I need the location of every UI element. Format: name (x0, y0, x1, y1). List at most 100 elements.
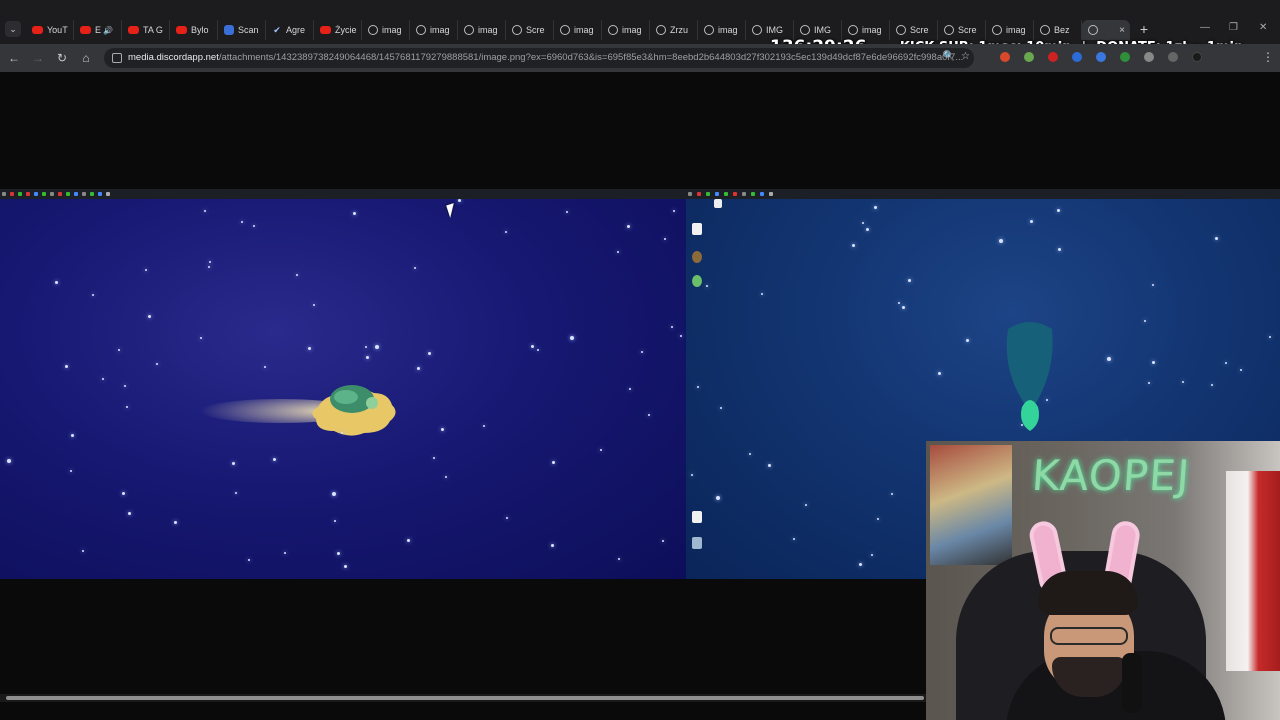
recycle-bin-icon[interactable] (692, 537, 702, 549)
account-icon[interactable] (1192, 52, 1202, 62)
extension-icon[interactable] (1000, 52, 1010, 62)
star (716, 496, 720, 500)
extension-icon[interactable] (1096, 52, 1106, 62)
glasses (1050, 627, 1128, 645)
star (1211, 384, 1213, 386)
star (365, 346, 367, 348)
star (617, 251, 619, 253)
tab-search-button[interactable]: ⌄ (5, 21, 21, 37)
star (248, 559, 250, 561)
flag (1226, 471, 1280, 671)
star (1269, 336, 1271, 338)
star (648, 414, 650, 416)
star (148, 315, 151, 318)
star (1144, 320, 1146, 322)
reload-icon[interactable]: ↻ (54, 50, 70, 66)
scrollbar-thumb[interactable] (6, 696, 924, 700)
steam-icon: ✔ (273, 24, 281, 35)
star (407, 539, 410, 542)
tab-0[interactable]: YouT (26, 20, 74, 40)
microphone (1122, 653, 1142, 713)
tab-title: imag (382, 25, 402, 35)
tab-1[interactable]: E 🔊 (74, 20, 122, 40)
tab-title: E (95, 25, 102, 35)
star (552, 461, 555, 464)
close-window-icon[interactable]: ✕ (1259, 22, 1267, 33)
url-text: media.discordapp.net/attachments/1432389… (128, 52, 963, 63)
extension-icons (1000, 52, 1202, 62)
star (641, 351, 643, 353)
profile-avatar[interactable] (1168, 52, 1178, 62)
star (697, 386, 699, 388)
star (1225, 362, 1227, 364)
address-bar[interactable]: media.discordapp.net/attachments/1432389… (104, 48, 974, 68)
star (662, 540, 664, 542)
tab-9[interactable]: imag (458, 20, 506, 40)
tab-title: imag (622, 25, 642, 35)
star (627, 225, 630, 228)
desktop-file-icon[interactable] (692, 511, 702, 523)
star (334, 520, 336, 522)
site-info-icon[interactable] (112, 53, 122, 63)
omnibox-actions: 🔍 ☆ (943, 51, 970, 62)
star (618, 558, 620, 560)
extension-icon[interactable] (1072, 52, 1082, 62)
star (445, 476, 447, 478)
tab-11[interactable]: imag (554, 20, 602, 40)
star (706, 285, 708, 287)
bookmark-star-icon[interactable]: ☆ (961, 51, 970, 62)
tab-10[interactable]: Scre (506, 20, 554, 40)
desktop-app-icon[interactable] (692, 275, 702, 287)
globe-icon (368, 25, 378, 35)
tab-close-icon[interactable]: × (1119, 25, 1125, 36)
star (332, 492, 336, 496)
tab-12[interactable]: imag (602, 20, 650, 40)
tab-6[interactable]: Życie (314, 20, 362, 40)
back-icon[interactable]: ← (6, 50, 22, 66)
turtle-head (366, 397, 378, 409)
maximize-icon[interactable]: ❐ (1229, 22, 1238, 33)
tab-3[interactable]: Bylo (170, 20, 218, 40)
star (908, 279, 911, 282)
star (506, 517, 508, 519)
youtube-icon (128, 26, 139, 34)
star (433, 457, 435, 459)
tab-4[interactable]: Scan (218, 20, 266, 40)
star (145, 269, 147, 271)
forward-icon[interactable]: → (30, 50, 46, 66)
star (1021, 424, 1023, 426)
new-tab-button[interactable]: + (1137, 21, 1151, 37)
tab-title: imag (430, 25, 450, 35)
tab-8[interactable]: imag (410, 20, 458, 40)
tab-2[interactable]: TA G (122, 20, 170, 40)
tab-7[interactable]: imag (362, 20, 410, 40)
star (793, 538, 795, 540)
star (1152, 361, 1155, 364)
star (122, 492, 125, 495)
tab-14[interactable]: imag (698, 20, 746, 40)
extensions-puzzle-icon[interactable] (1144, 52, 1154, 62)
extension-icon[interactable] (1048, 52, 1058, 62)
neon-sign: KAOPEJ (1030, 451, 1192, 500)
browser-menu-icon[interactable]: ⋮ (1262, 50, 1274, 64)
star (537, 349, 539, 351)
star (505, 231, 507, 233)
star (353, 212, 356, 215)
star (1182, 381, 1184, 383)
tab-13[interactable]: Zrzu (650, 20, 698, 40)
globe-icon (656, 25, 666, 35)
desktop-file-icon[interactable] (692, 223, 702, 235)
crystal-tip (1021, 400, 1039, 431)
desktop-app-icon[interactable] (692, 251, 702, 263)
star (671, 326, 673, 328)
minimize-icon[interactable]: — (1200, 22, 1210, 33)
home-icon[interactable]: ⌂ (78, 50, 94, 66)
extension-icon[interactable] (1024, 52, 1034, 62)
tab-audio-icon[interactable]: 🔊 (103, 26, 113, 35)
extension-icon[interactable] (1120, 52, 1130, 62)
desktop-icon[interactable] (714, 199, 722, 208)
zoom-icon[interactable]: 🔍 (943, 51, 955, 62)
horizontal-scrollbar[interactable] (0, 694, 926, 702)
tab-title: Agre (286, 25, 306, 35)
tab-5[interactable]: ✔ Agre (266, 20, 314, 40)
